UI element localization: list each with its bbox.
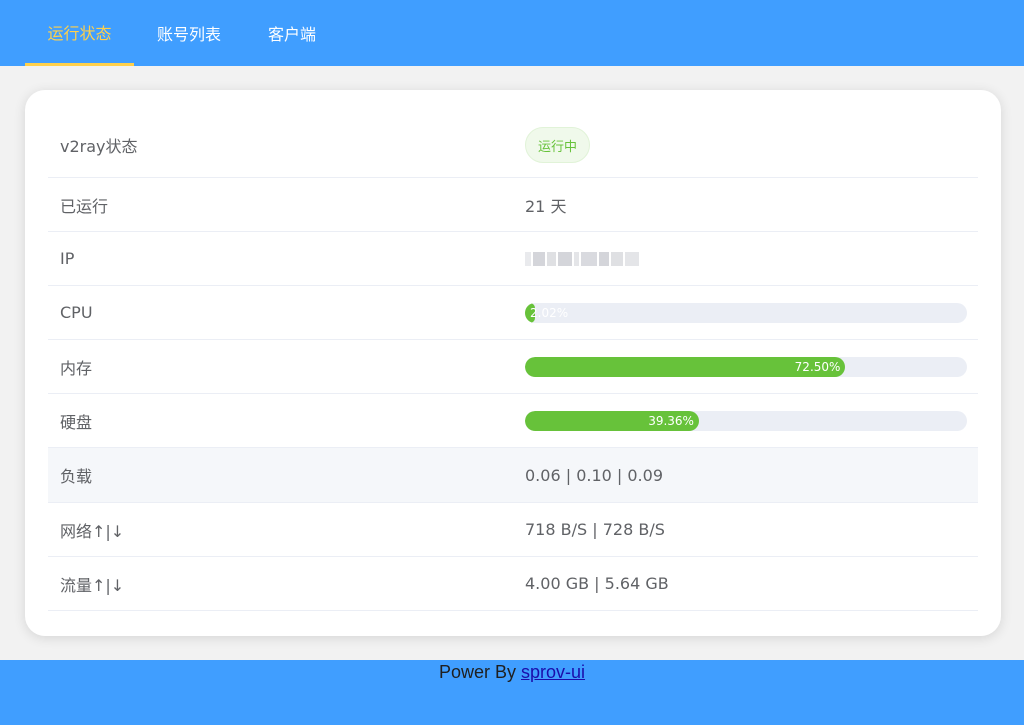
disk-label: 硬盘 xyxy=(60,412,93,432)
v2ray-status-label: v2ray状态 xyxy=(60,137,138,156)
table-row-v2ray: v2ray状态 运行中 xyxy=(48,113,978,178)
table-row-uptime: 已运行 21 天 xyxy=(48,178,978,232)
memory-label: 内存 xyxy=(60,358,93,378)
redacted-ip-pixels xyxy=(525,251,639,267)
network-label: 网络↑|↓ xyxy=(60,521,125,541)
cpu-progress-bar: 2.02% xyxy=(525,303,967,323)
v2ray-status-cell: 运行中 xyxy=(525,113,591,177)
load-label: 负载 xyxy=(60,467,93,486)
traffic-label: 流量↑|↓ xyxy=(60,575,125,595)
nav-tab-accounts[interactable]: 账号列表 xyxy=(148,0,230,66)
footer-prefix: Power By xyxy=(438,662,521,682)
table-row-traffic: 流量↑|↓ 4.00 GB | 5.64 GB xyxy=(48,557,978,611)
ip-label: IP xyxy=(60,249,75,268)
table-row-network: 网络↑|↓ 718 B/S | 728 B/S xyxy=(48,503,978,557)
cpu-progress-fill: 2.02% xyxy=(525,303,568,323)
traffic-value: 4.00 GB | 5.64 GB xyxy=(525,574,669,593)
status-badge: 运行中 xyxy=(525,127,591,163)
table-row-ip: IP xyxy=(48,232,978,286)
table-row-load: 负载 0.06 | 0.10 | 0.09 xyxy=(48,448,978,503)
table-row-disk: 硬盘 39.36% xyxy=(48,394,978,448)
disk-progress-bar: 39.36% xyxy=(525,411,967,431)
footer-link[interactable]: sprov-ui xyxy=(521,662,585,682)
memory-progress-fill: 72.50% xyxy=(525,357,846,377)
network-value: 718 B/S | 728 B/S xyxy=(525,520,665,539)
cpu-progress-text: 2.02% xyxy=(530,306,569,320)
disk-progress-fill: 39.36% xyxy=(525,411,699,431)
memory-progress-bar: 72.50% xyxy=(525,357,967,377)
cpu-label: CPU xyxy=(60,303,93,322)
memory-progress-text: 72.50% xyxy=(794,360,841,374)
top-navbar: 运行状态 账号列表 客户端 xyxy=(0,0,1024,66)
table-row-memory: 内存 72.50% xyxy=(48,340,978,394)
nav-tab-client[interactable]: 客户端 xyxy=(258,0,326,66)
footer: Power By sprov-ui xyxy=(0,660,1024,725)
disk-progress-text: 39.36% xyxy=(648,414,694,428)
table-row-cpu: CPU 2.02% xyxy=(48,286,978,340)
nav-tab-status[interactable]: 运行状态 xyxy=(25,0,134,66)
status-card: v2ray状态 运行中 已运行 21 天 IP CPU 2.02% 内存 72.… xyxy=(25,90,1001,636)
ip-value-redacted xyxy=(525,232,639,285)
load-value: 0.06 | 0.10 | 0.09 xyxy=(525,465,663,485)
uptime-value: 21 天 xyxy=(525,196,567,216)
uptime-label: 已运行 xyxy=(60,196,109,216)
